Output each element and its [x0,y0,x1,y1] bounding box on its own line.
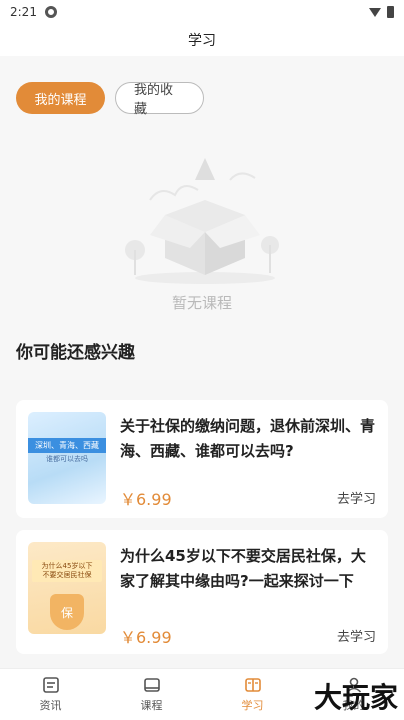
nav-item-mine[interactable]: 我的 [303,669,404,720]
nav-label: 学习 [241,699,264,712]
wifi-icon [369,7,381,17]
go-study-button[interactable]: 去学习 [337,626,376,645]
book-icon [143,678,160,692]
thumbnail-line: 为什么45岁以下 [41,562,93,570]
thumbnail-label: 为什么45岁以下 不要交居民社保 [32,560,102,583]
course-thumbnail: 为什么45岁以下 不要交居民社保 保 [28,542,106,634]
recommend-section-title: 你可能还感兴趣 [16,343,135,363]
course-tabs: 我的课程 我的收藏 [16,82,204,117]
tab-my-favorites[interactable]: 我的收藏 [115,82,204,117]
study-icon [244,678,261,692]
go-study-button[interactable]: 去学习 [337,488,376,507]
course-title: 关于社保的缴纳问题，退休前深圳、青海、西藏、谁都可以去吗? [120,417,376,460]
course-card[interactable]: 深圳、青海、西藏 谁都可以去吗 关于社保的缴纳问题，退休前深圳、青海、西藏、谁都… [16,400,388,518]
settings-status-icon [44,6,57,18]
user-icon [346,677,361,693]
bottom-nav: 资讯 课程 学习 我的 [0,668,404,720]
nav-label: 课程 [140,699,163,712]
battery-icon [387,6,394,18]
news-icon [42,677,59,693]
course-price: ￥6.99 [120,490,172,509]
status-time: 2:21 [10,5,37,19]
nav-item-study[interactable]: 学习 [202,669,303,720]
nav-item-news[interactable]: 资讯 [0,669,101,720]
course-price: ￥6.99 [120,628,172,647]
nav-label: 我的 [342,699,365,712]
shield-icon: 保 [50,594,84,630]
empty-courses-text: 暂无课程 [171,294,232,312]
course-card[interactable]: 为什么45岁以下 不要交居民社保 保 为什么45岁以下不要交居民社保，大家了解其… [16,530,388,654]
my-courses-area: 我的课程 我的收藏 暂无课程 你可能还感兴趣 [0,56,404,380]
thumbnail-subtitle: 谁都可以去吗 [46,455,88,463]
thumbnail-title: 深圳、青海、西藏 [28,438,106,453]
nav-label: 资讯 [39,699,62,712]
nav-item-course[interactable]: 课程 [101,669,202,720]
thumbnail-line: 不要交居民社保 [42,571,92,580]
status-right [369,6,394,18]
course-thumbnail: 深圳、青海、西藏 谁都可以去吗 [28,412,106,504]
tab-my-courses[interactable]: 我的课程 [16,82,105,114]
page-title: 学习 [188,33,216,49]
empty-box-illustration [125,158,279,284]
page-header: 学习 [0,24,404,56]
status-bar: 2:21 [0,0,404,24]
course-title: 为什么45岁以下不要交居民社保，大家了解其中缘由吗?一起来探讨一下 [120,547,366,590]
